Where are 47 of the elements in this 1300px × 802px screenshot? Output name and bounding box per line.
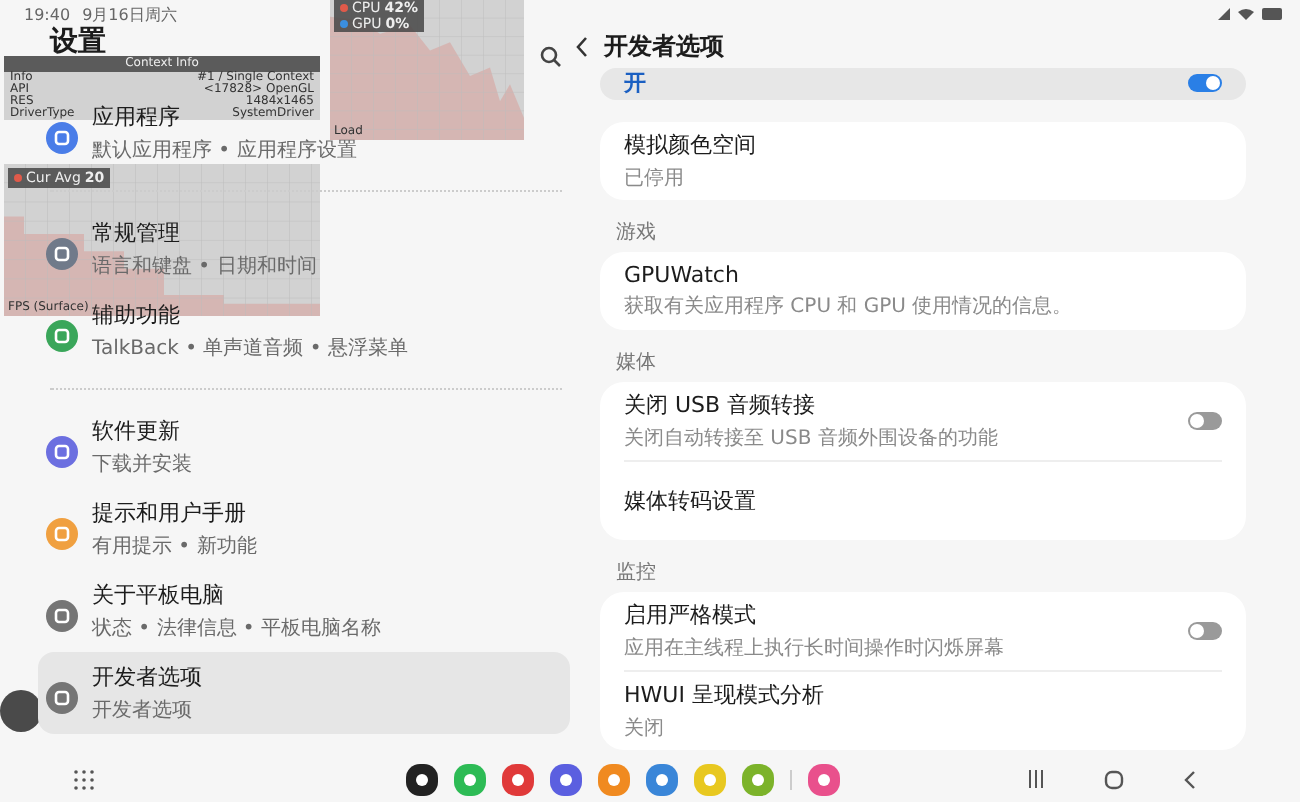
item-subtitle: TalkBack • 单声道音频 • 悬浮菜单 — [92, 335, 408, 362]
status-time: 19:40 — [24, 5, 71, 23]
recents-icon[interactable] — [1028, 770, 1044, 788]
option-title[interactable]: 媒体转码设置 — [624, 486, 756, 516]
home-icon[interactable] — [1104, 769, 1124, 789]
app-grid-icon[interactable] — [74, 769, 94, 789]
master-switch-bar[interactable]: 开 — [600, 67, 1246, 100]
toggle-switch[interactable] — [1188, 412, 1222, 430]
item-title[interactable]: 关于平板电脑 — [92, 580, 224, 610]
item-title[interactable]: 提示和用户手册 — [92, 498, 246, 528]
back-icon[interactable] — [574, 36, 590, 59]
option-subtitle: 获取有关应用程序 CPU 和 GPU 使用情况的信息。 — [624, 293, 1073, 320]
item-subtitle: 开发者选项 — [92, 697, 192, 724]
status-date: 9月16日周六 — [82, 3, 177, 25]
item-subtitle: 下载并安装 — [92, 451, 192, 478]
section-header: 媒体 — [616, 350, 658, 378]
option-subtitle: 关闭 — [624, 715, 664, 742]
item-subtitle: 默认应用程序 • 应用程序设置 — [92, 137, 357, 164]
item-subtitle: 语言和键盘 • 日期和时间 — [92, 253, 317, 280]
section-header: 游戏 — [616, 219, 658, 248]
status-icons — [1216, 6, 1284, 22]
item-subtitle: 有用提示 • 新功能 — [92, 533, 257, 560]
page-title: 开发者选项 — [604, 30, 724, 65]
item-title[interactable]: 开发者选项 — [92, 662, 202, 692]
floating-button[interactable] — [0, 690, 42, 732]
item-title[interactable]: 常规管理 — [92, 218, 180, 248]
settings-title: 设置 — [50, 28, 106, 56]
option-subtitle: 应用在主线程上执行长时间操作时闪烁屏幕 — [624, 635, 1004, 662]
option-title[interactable]: HWUI 呈现模式分析 — [624, 680, 824, 710]
toggle-switch[interactable] — [1188, 622, 1222, 640]
item-title[interactable]: 应用程序 — [92, 102, 180, 132]
section-header: 监控 — [616, 560, 658, 588]
app-icon[interactable] — [406, 763, 438, 795]
option-title[interactable]: 启用严格模式 — [624, 600, 756, 630]
master-label: 开 — [624, 68, 646, 99]
item-subtitle: 状态 • 法律信息 • 平板电脑名称 — [92, 615, 382, 642]
item-title[interactable]: 辅助功能 — [92, 300, 180, 330]
option-subtitle: 已停用 — [624, 166, 684, 192]
item-title[interactable]: 软件更新 — [92, 416, 180, 446]
option-title[interactable]: 模拟颜色空间 — [624, 130, 756, 160]
option-subtitle: 关闭自动转接至 USB 音频外围设备的功能 — [624, 425, 998, 452]
toggle-switch[interactable] — [1188, 74, 1222, 93]
selected-row-background[interactable] — [38, 652, 570, 734]
search-icon[interactable] — [540, 46, 562, 68]
option-title[interactable]: 关闭 USB 音频转接 — [624, 390, 816, 420]
option-title[interactable]: GPUWatch — [624, 262, 739, 288]
back-icon[interactable] — [1184, 769, 1196, 789]
